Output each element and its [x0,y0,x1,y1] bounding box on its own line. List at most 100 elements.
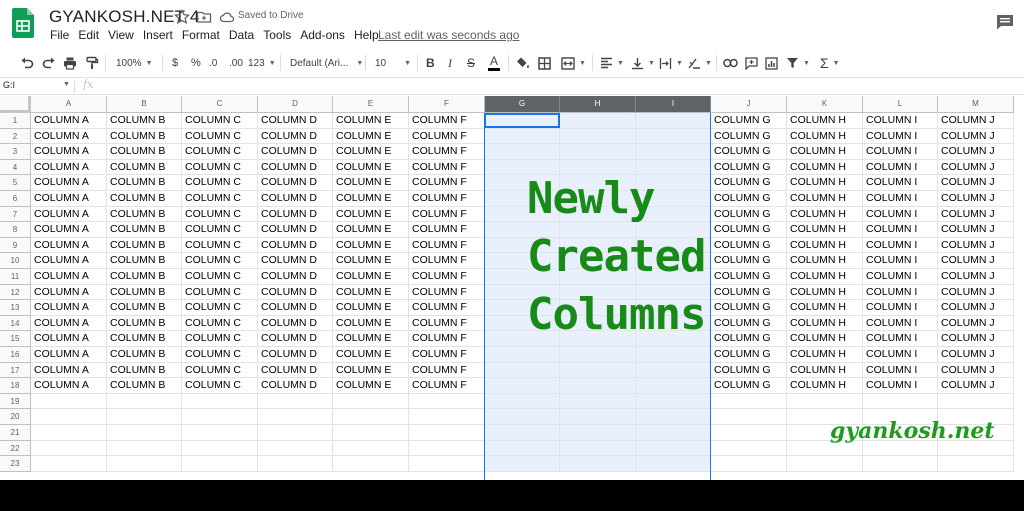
cell[interactable] [182,409,258,425]
cell[interactable]: COLUMN I [863,269,938,285]
cell[interactable] [31,456,107,472]
row-header[interactable]: 14 [0,316,31,331]
cell[interactable]: COLUMN J [938,285,1014,300]
cell[interactable]: COLUMN J [938,316,1014,331]
cell[interactable]: COLUMN C [182,300,258,316]
text-rotation-button[interactable]: ▼ [687,51,712,75]
cell[interactable]: COLUMN H [787,285,863,300]
cell[interactable] [31,409,107,425]
cell[interactable]: COLUMN H [787,191,863,207]
cell[interactable]: COLUMN I [863,175,938,191]
cell[interactable]: COLUMN D [258,347,333,363]
row-header[interactable]: 4 [0,160,31,175]
cell[interactable]: COLUMN B [107,222,182,238]
cell[interactable]: COLUMN G [711,269,787,285]
cell[interactable] [409,409,485,425]
insert-link-button[interactable] [723,51,738,75]
cell[interactable]: COLUMN B [107,269,182,285]
cell[interactable]: COLUMN C [182,222,258,238]
cell[interactable] [560,144,636,160]
cell[interactable]: COLUMN B [107,316,182,331]
cell[interactable] [560,456,636,472]
row-header[interactable]: 6 [0,191,31,207]
cell[interactable] [333,425,409,441]
cell[interactable]: COLUMN C [182,175,258,191]
cell[interactable]: COLUMN I [863,222,938,238]
cell[interactable]: COLUMN B [107,191,182,207]
cell[interactable] [636,425,711,441]
cell[interactable]: COLUMN H [787,253,863,269]
cell[interactable]: COLUMN E [333,160,409,175]
cell[interactable]: COLUMN J [938,113,1014,129]
cell[interactable] [333,409,409,425]
cell[interactable]: COLUMN I [863,316,938,331]
cell[interactable]: COLUMN A [31,207,107,222]
cell[interactable] [560,441,636,456]
increase-decimal-button[interactable]: .00 [229,51,243,75]
cell[interactable]: COLUMN B [107,207,182,222]
cell[interactable]: COLUMN H [787,238,863,253]
cell[interactable]: COLUMN C [182,113,258,129]
menu-insert[interactable]: Insert [143,28,173,44]
menu-file[interactable]: File [50,28,69,44]
column-header-g[interactable]: G [485,96,560,113]
cell[interactable] [485,363,560,378]
row-header[interactable]: 10 [0,253,31,269]
bold-button[interactable]: B [426,51,435,75]
column-header-d[interactable]: D [258,96,333,113]
cell[interactable]: COLUMN D [258,144,333,160]
cell[interactable]: COLUMN J [938,160,1014,175]
horizontal-align-button[interactable]: ▼ [600,51,624,75]
cell[interactable] [31,394,107,409]
cell[interactable]: COLUMN H [787,363,863,378]
cell[interactable]: COLUMN D [258,316,333,331]
cell[interactable] [485,129,560,144]
cell[interactable] [409,425,485,441]
column-header-h[interactable]: H [560,96,636,113]
cell[interactable] [560,394,636,409]
cell[interactable] [258,456,333,472]
cell[interactable] [258,425,333,441]
cell[interactable]: COLUMN G [711,222,787,238]
row-header[interactable]: 9 [0,238,31,253]
row-header[interactable]: 7 [0,207,31,222]
text-color-button[interactable]: A [488,51,500,75]
cell[interactable] [485,394,560,409]
more-formats-button[interactable]: 123 ▼ [248,51,276,75]
cell[interactable]: COLUMN F [409,238,485,253]
cell[interactable]: COLUMN D [258,113,333,129]
cell[interactable]: COLUMN G [711,113,787,129]
cell[interactable]: COLUMN D [258,300,333,316]
cell[interactable]: COLUMN E [333,175,409,191]
cell[interactable]: COLUMN B [107,363,182,378]
cell[interactable] [485,113,560,129]
row-header[interactable]: 12 [0,285,31,300]
cell[interactable] [560,129,636,144]
cell[interactable] [636,363,711,378]
cell[interactable]: COLUMN E [333,253,409,269]
cell[interactable] [107,425,182,441]
cell[interactable]: COLUMN G [711,363,787,378]
cell[interactable]: COLUMN I [863,300,938,316]
cell[interactable]: COLUMN C [182,285,258,300]
row-header[interactable]: 19 [0,394,31,409]
cell[interactable]: COLUMN G [711,300,787,316]
fill-color-button[interactable] [516,51,530,75]
cell[interactable]: COLUMN C [182,144,258,160]
cell[interactable]: COLUMN G [711,253,787,269]
cell[interactable]: COLUMN F [409,160,485,175]
cell[interactable]: COLUMN H [787,269,863,285]
cell[interactable] [938,456,1014,472]
menu-data[interactable]: Data [229,28,254,44]
sheets-logo-icon[interactable] [12,8,34,38]
menu-help[interactable]: Help [354,28,379,44]
cell[interactable] [560,425,636,441]
formula-input[interactable] [105,79,1005,93]
cell[interactable]: COLUMN E [333,238,409,253]
cell[interactable]: COLUMN F [409,331,485,347]
cell[interactable]: COLUMN I [863,378,938,394]
redo-button[interactable] [42,51,56,75]
cell[interactable]: COLUMN G [711,331,787,347]
column-header-f[interactable]: F [409,96,485,113]
cell[interactable] [409,441,485,456]
